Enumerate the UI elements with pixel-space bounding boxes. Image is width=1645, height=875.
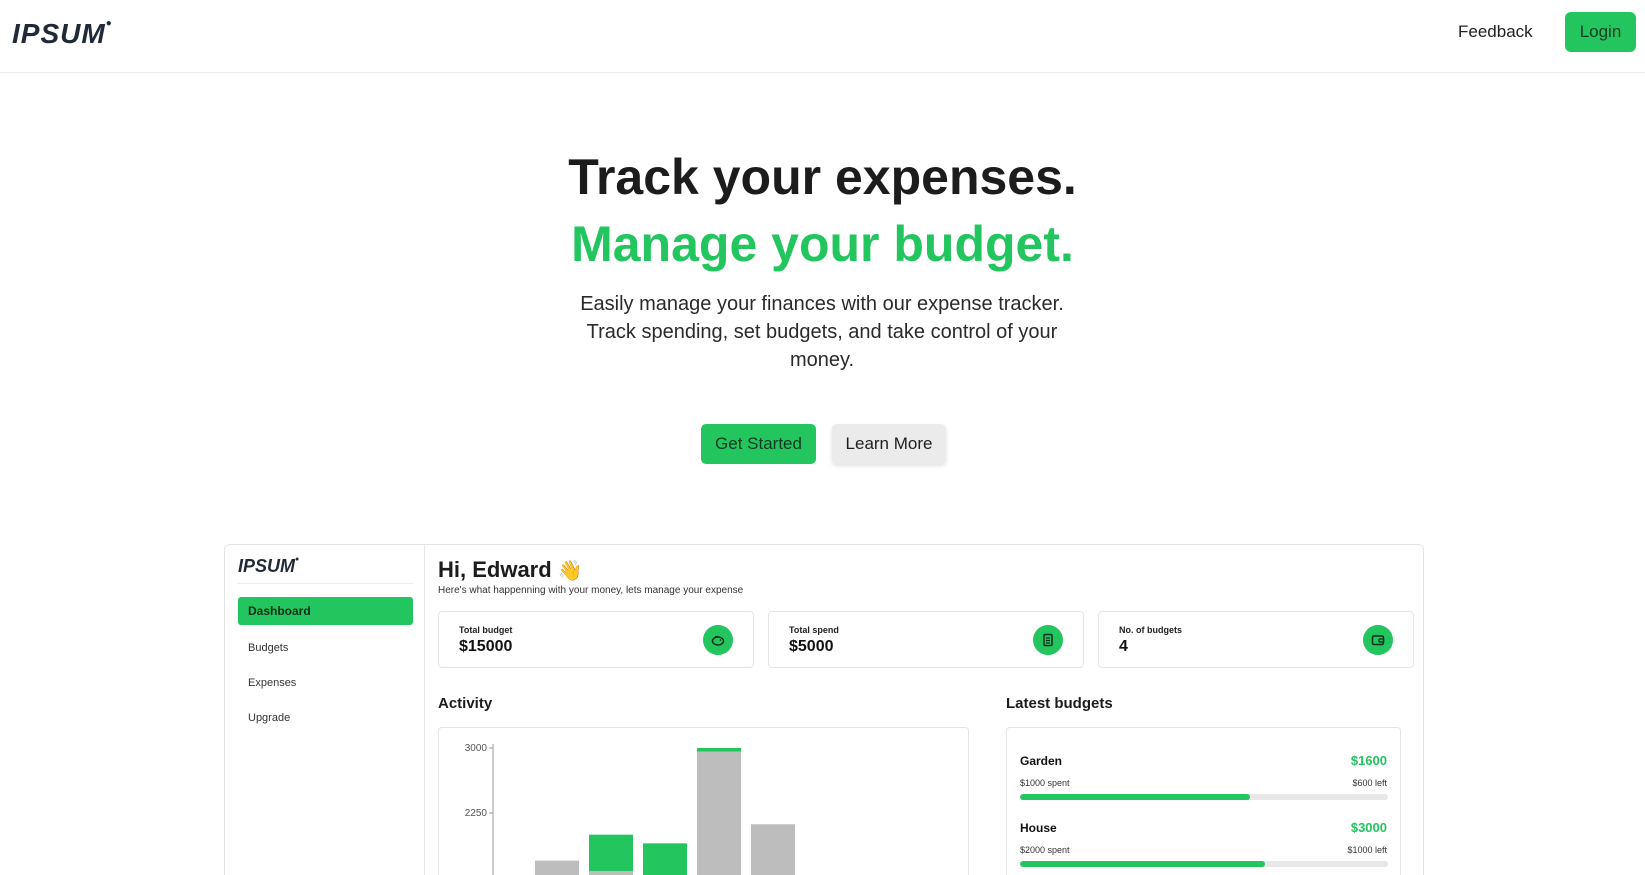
stat-value: $15000	[459, 638, 513, 655]
piggy-bank-icon	[703, 625, 733, 655]
learn-more-button[interactable]: Learn More	[832, 424, 946, 464]
stat-value: 4	[1119, 638, 1128, 655]
dashboard-preview: IPSUM● Dashboard Budgets Expenses Upgrad…	[224, 544, 1424, 875]
top-navbar: IPSUM● Feedback Login	[0, 0, 1645, 73]
stat-label: Total budget	[459, 625, 513, 635]
stat-card-total-budget: Total budget $15000	[438, 611, 754, 668]
preview-logo: IPSUM●	[238, 556, 300, 576]
stat-card-number-of-budgets: No. of budgets 4	[1098, 611, 1414, 668]
budget-progress-fill	[1020, 861, 1266, 867]
budget-left: $1000 left	[1347, 845, 1387, 855]
budget-spent: $1000 spent	[1020, 778, 1070, 788]
bar-series2-2	[589, 871, 633, 875]
budget-name: House	[1020, 821, 1057, 835]
budget-spent: $2000 spent	[1020, 845, 1070, 855]
bar-series2-4	[697, 751, 741, 875]
sidebar-item-expenses[interactable]: Expenses	[238, 669, 413, 697]
y-tick-label: 2250	[465, 808, 488, 819]
stat-label: Total spend	[789, 625, 839, 635]
bar-series2-5	[751, 824, 795, 875]
greeting-text: Hi, Edward	[438, 557, 552, 582]
brand-logo[interactable]: IPSUM●	[12, 18, 113, 50]
latest-budgets-heading: Latest budgets	[1006, 695, 1113, 712]
sidebar-item-dashboard[interactable]: Dashboard	[238, 597, 413, 625]
latest-budgets-panel: Garden $1600 $1000 spent $600 left House…	[1006, 727, 1401, 875]
receipt-icon	[1033, 625, 1063, 655]
hero-title: Track your expenses.	[568, 149, 1077, 205]
preview-sidebar: IPSUM● Dashboard Budgets Expenses Upgrad…	[225, 545, 425, 875]
brand-logo-text: IPSUM	[12, 18, 106, 49]
greeting-subtitle: Here's what happenning with your money, …	[438, 585, 744, 596]
login-button[interactable]: Login	[1565, 12, 1636, 52]
bar-series2-1	[535, 860, 579, 875]
feedback-link[interactable]: Feedback	[1458, 22, 1533, 42]
stat-label: No. of budgets	[1119, 625, 1182, 635]
hero-description: Easily manage your finances with our exp…	[580, 293, 1064, 371]
budget-left: $600 left	[1352, 778, 1387, 788]
sidebar-item-upgrade[interactable]: Upgrade	[238, 704, 413, 732]
budget-amount: $3000	[1350, 820, 1387, 835]
bar-series1-2	[589, 834, 633, 875]
bar-series1-3	[643, 843, 687, 875]
budget-progress-fill	[1020, 794, 1250, 800]
stat-value: $5000	[789, 638, 834, 655]
stat-card-total-spend: Total spend $5000	[768, 611, 1084, 668]
wallet-icon	[1363, 625, 1393, 655]
budget-amount: $1600	[1350, 753, 1387, 768]
sidebar-divider	[237, 583, 413, 584]
activity-chart: 3000 2250	[438, 727, 969, 875]
get-started-button[interactable]: Get Started	[701, 424, 816, 464]
activity-heading: Activity	[438, 695, 493, 712]
activity-chart-svg: 3000 2250	[465, 743, 795, 875]
hero-subtitle: Manage your budget.	[571, 216, 1074, 272]
y-tick-label: 3000	[465, 743, 488, 754]
budget-progress-track	[1020, 794, 1388, 800]
sidebar-item-budgets[interactable]: Budgets	[238, 634, 413, 662]
greeting-heading: Hi, Edward 👋	[438, 557, 583, 583]
preview-logo-text: IPSUM	[238, 556, 296, 576]
budget-name: Garden	[1020, 754, 1063, 768]
wave-icon: 👋	[557, 560, 583, 582]
budget-progress-track	[1020, 861, 1388, 867]
